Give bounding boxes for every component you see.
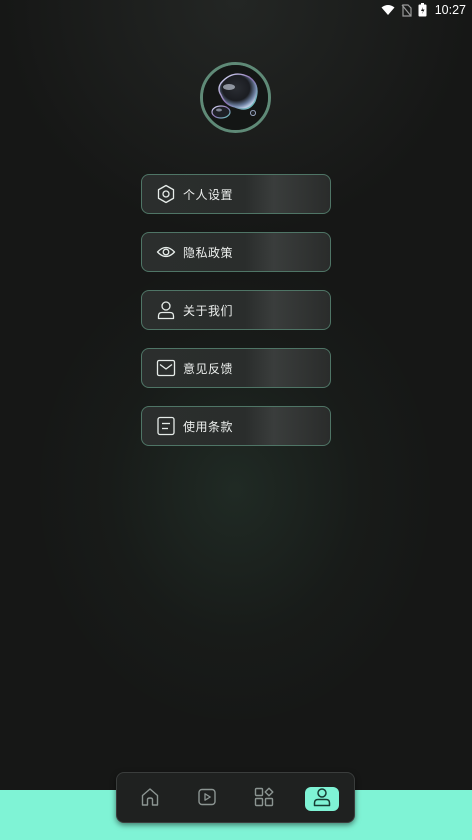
home-icon [140, 787, 160, 811]
profile-icon [312, 787, 332, 811]
menu-item-label: 个人设置 [183, 187, 234, 202]
person-icon [155, 299, 177, 321]
menu-item-label: 隐私政策 [183, 245, 234, 260]
no-sim-icon [401, 3, 412, 17]
tab-video[interactable] [190, 787, 224, 811]
tab-apps[interactable] [247, 787, 281, 811]
status-time: 10:27 [434, 3, 466, 17]
menu-item-about-us[interactable]: 关于我们 [141, 290, 331, 330]
battery-icon [418, 3, 427, 17]
menu-item-personal-settings[interactable]: 个人设置 [141, 174, 331, 214]
menu-item-label: 使用条款 [183, 419, 234, 434]
play-icon [197, 787, 217, 811]
document-icon [155, 415, 177, 437]
menu-item-label: 关于我们 [183, 303, 234, 318]
menu-item-privacy-policy[interactable]: 隐私政策 [141, 232, 331, 272]
hexagon-settings-icon [155, 183, 177, 205]
envelope-icon [155, 357, 177, 379]
apps-icon [254, 787, 274, 811]
avatar[interactable] [200, 62, 271, 133]
menu-item-label: 意见反馈 [183, 361, 234, 376]
bottom-tab-bar [116, 772, 355, 823]
tab-profile[interactable] [305, 787, 339, 811]
tab-home[interactable] [133, 787, 167, 811]
status-bar: 10:27 [0, 0, 472, 20]
wifi-icon [381, 4, 395, 16]
menu-item-feedback[interactable]: 意见反馈 [141, 348, 331, 388]
menu-item-terms-of-use[interactable]: 使用条款 [141, 406, 331, 446]
bubble-avatar-icon [203, 65, 268, 130]
eye-icon [155, 241, 177, 263]
